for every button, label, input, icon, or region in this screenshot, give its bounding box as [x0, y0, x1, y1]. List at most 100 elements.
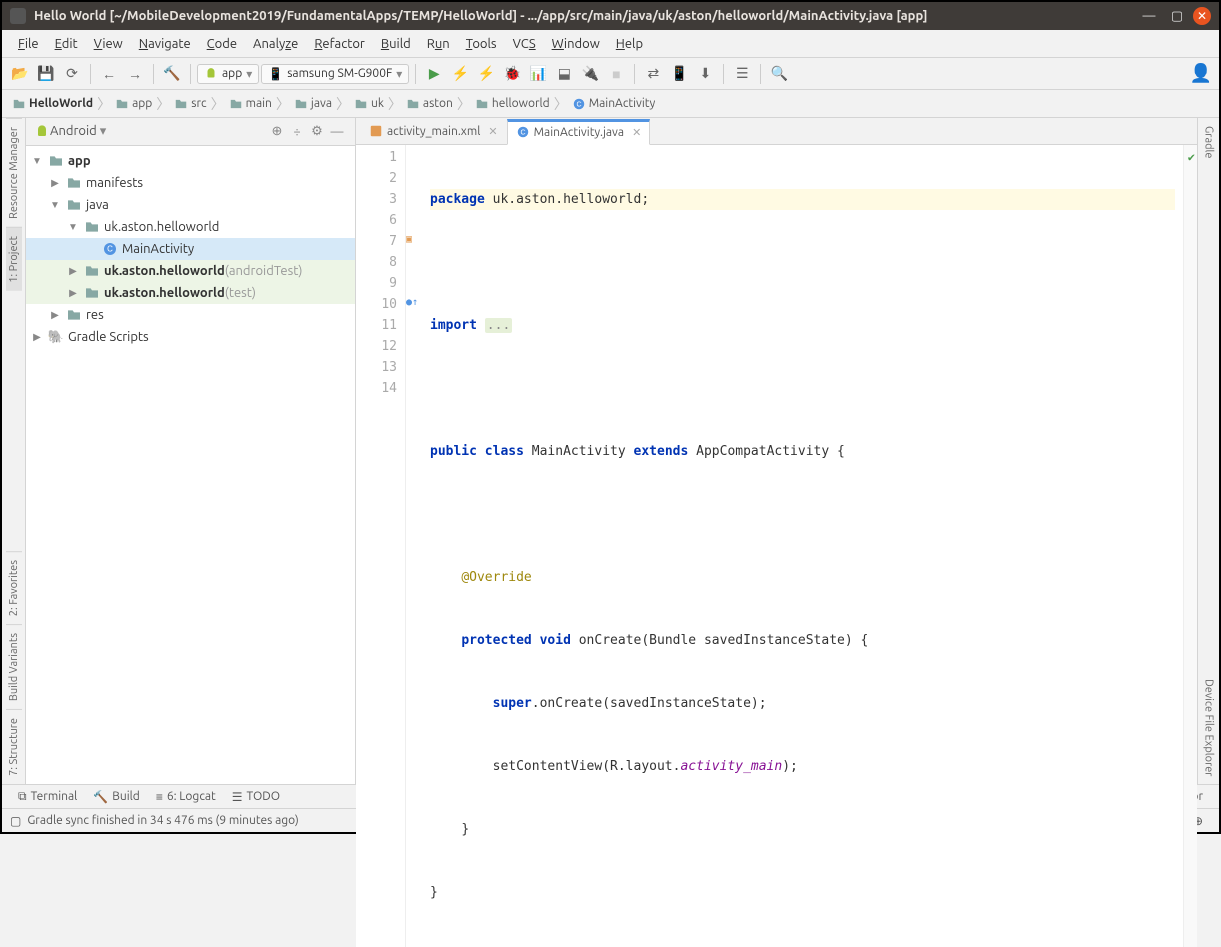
window-title: Hello World [~/MobileDevelopment2019/Fun…: [34, 9, 1133, 23]
tree-manifests[interactable]: ▶ manifests: [26, 172, 355, 194]
menu-navigate[interactable]: Navigate: [131, 33, 199, 55]
scroll-from-source-icon[interactable]: ⊕: [267, 122, 287, 142]
run-configuration-combo[interactable]: app ▾: [197, 64, 259, 84]
project-structure-button[interactable]: ☰: [730, 62, 754, 86]
device-label: samsung SM-G900F: [287, 67, 392, 80]
folder-icon: [12, 97, 26, 111]
menu-vcs[interactable]: VCS: [505, 33, 544, 55]
menu-code[interactable]: Code: [199, 33, 245, 55]
tree-mainactivity[interactable]: C MainActivity: [26, 238, 355, 260]
menu-build[interactable]: Build: [373, 33, 419, 55]
folder-icon: [475, 97, 489, 111]
hide-panel-icon[interactable]: —: [327, 122, 347, 142]
save-all-button[interactable]: 💾: [34, 62, 58, 86]
tree-gradle-scripts[interactable]: ▶ 🐘 Gradle Scripts: [26, 326, 355, 348]
apply-code-changes-button[interactable]: ⚡: [474, 62, 498, 86]
editor-tabs: activity_main.xml ✕ C MainActivity.java …: [356, 118, 1197, 145]
gutter-implements-icon[interactable]: ●↑: [406, 292, 422, 313]
tree-app[interactable]: ▼ app: [26, 150, 355, 172]
folder-icon: [66, 307, 82, 323]
open-button[interactable]: 📂: [8, 62, 32, 86]
profiler-button[interactable]: 📊: [526, 62, 550, 86]
maximize-button[interactable]: ▢: [1165, 4, 1189, 28]
bottom-terminal[interactable]: ⧉Terminal: [10, 788, 85, 806]
strip-gradle[interactable]: Gradle: [1201, 118, 1217, 167]
bottom-todo[interactable]: ☰TODO: [224, 788, 288, 806]
crumb-app[interactable]: app: [111, 95, 156, 113]
crumb-aston[interactable]: aston: [402, 95, 457, 113]
strip-structure[interactable]: 7: Structure: [6, 709, 22, 784]
attach-debugger-button[interactable]: 🔌: [578, 62, 602, 86]
close-tab-icon[interactable]: ✕: [632, 126, 641, 139]
debug-button[interactable]: 🐞: [500, 62, 524, 86]
code-editor[interactable]: 1 2 3 6 7 8 9 10 11 12 13 14 ▣ ●↑: [356, 145, 1197, 947]
strip-build-variants[interactable]: Build Variants: [6, 624, 22, 709]
device-combo[interactable]: 📱 samsung SM-G900F ▾: [261, 64, 409, 84]
user-avatar-icon[interactable]: 👤: [1189, 62, 1213, 86]
package-icon: [84, 219, 100, 235]
back-button[interactable]: ←: [97, 62, 121, 86]
menu-analyze[interactable]: Analyze: [245, 33, 306, 55]
close-tab-icon[interactable]: ✕: [488, 125, 497, 138]
project-view-mode[interactable]: Android ▾: [50, 124, 267, 139]
menu-view[interactable]: View: [86, 33, 131, 55]
tree-pkg-main[interactable]: ▼ uk.aston.helloworld: [26, 216, 355, 238]
tree-pkg-test[interactable]: ▶ uk.aston.helloworld (test): [26, 282, 355, 304]
sync-gradle-button[interactable]: ⇄: [641, 62, 665, 86]
menubar: File Edit View Navigate Code Analyze Ref…: [2, 30, 1219, 58]
crumb-helloworld-pkg[interactable]: helloworld: [471, 95, 554, 113]
close-button[interactable]: ✕: [1193, 7, 1211, 25]
make-project-button[interactable]: 🔨: [160, 62, 184, 86]
strip-device-file-explorer[interactable]: Device File Explorer: [1201, 671, 1217, 784]
apply-changes-button[interactable]: ⚡: [448, 62, 472, 86]
menu-tools[interactable]: Tools: [458, 33, 505, 55]
coverage-button[interactable]: ⬓: [552, 62, 576, 86]
folder-icon: [66, 197, 82, 213]
tab-activity-main-xml[interactable]: activity_main.xml ✕: [360, 118, 507, 144]
menu-run[interactable]: Run: [419, 33, 458, 55]
strip-project[interactable]: 1: Project: [6, 227, 22, 291]
forward-button[interactable]: →: [123, 62, 147, 86]
strip-favorites[interactable]: 2: Favorites: [6, 551, 22, 624]
stop-button[interactable]: ■: [604, 62, 628, 86]
sdk-manager-button[interactable]: ⬇: [693, 62, 717, 86]
search-everywhere-button[interactable]: 🔍: [767, 62, 791, 86]
run-button[interactable]: ▶: [422, 62, 446, 86]
strip-resource-manager[interactable]: Resource Manager: [6, 118, 22, 227]
tree-java[interactable]: ▼ java: [26, 194, 355, 216]
tab-mainactivity-java[interactable]: C MainActivity.java ✕: [507, 119, 651, 145]
module-icon: [48, 153, 64, 169]
crumb-main[interactable]: main: [225, 95, 276, 113]
bottom-build[interactable]: 🔨Build: [85, 788, 148, 806]
menu-refactor[interactable]: Refactor: [306, 33, 373, 55]
bottom-logcat[interactable]: ≡6: Logcat: [148, 788, 224, 806]
editor-error-stripe[interactable]: ✔: [1183, 145, 1197, 947]
crumb-mainactivity[interactable]: CMainActivity: [568, 95, 660, 113]
menu-file[interactable]: File: [10, 33, 47, 55]
avd-manager-button[interactable]: 📱: [667, 62, 691, 86]
run-config-label: app: [222, 67, 242, 80]
menu-window[interactable]: Window: [544, 33, 608, 55]
crumb-helloworld[interactable]: HelloWorld: [8, 95, 97, 113]
crumb-java[interactable]: java: [290, 95, 336, 113]
minimize-button[interactable]: —: [1137, 4, 1161, 28]
svg-text:C: C: [576, 101, 581, 108]
project-tree[interactable]: ▼ app ▶ manifests ▼ java ▼ uk.aston.hell…: [26, 146, 355, 784]
gutter-override-icon[interactable]: ▣: [406, 229, 422, 250]
code-content[interactable]: package uk.aston.helloworld; import ... …: [422, 145, 1183, 947]
crumb-uk[interactable]: uk: [350, 95, 388, 113]
crumb-src[interactable]: src: [170, 95, 210, 113]
tree-res[interactable]: ▶ res: [26, 304, 355, 326]
navigation-bar: HelloWorld 〉 app〉 src〉 main〉 java〉 uk〉 a…: [2, 90, 1219, 118]
sync-button[interactable]: ⟳: [60, 62, 84, 86]
menu-help[interactable]: Help: [608, 33, 651, 55]
menu-edit[interactable]: Edit: [47, 33, 86, 55]
settings-icon[interactable]: ⚙: [307, 122, 327, 142]
tree-pkg-androidtest[interactable]: ▶ uk.aston.helloworld (androidTest): [26, 260, 355, 282]
expand-all-icon[interactable]: ÷: [287, 122, 307, 142]
class-icon: C: [102, 241, 118, 257]
left-tool-strip: Resource Manager 1: Project 2: Favorites…: [2, 118, 26, 784]
folder-icon: [294, 97, 308, 111]
tool-windows-icon[interactable]: ▢: [10, 814, 21, 828]
package-icon: [84, 285, 100, 301]
